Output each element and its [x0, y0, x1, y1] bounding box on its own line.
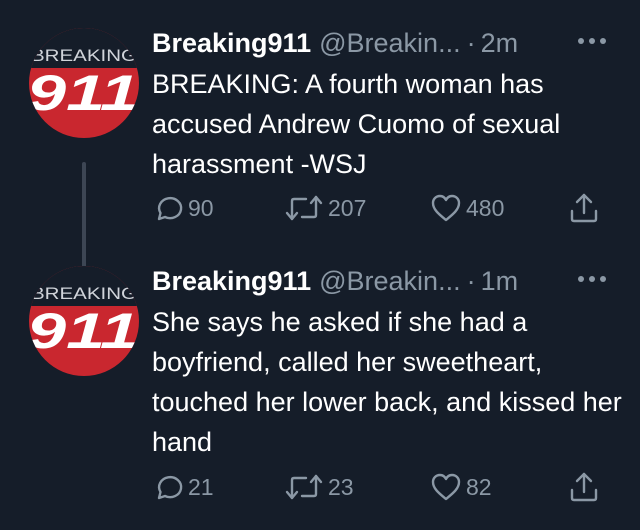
reply-button[interactable]: 90	[152, 188, 214, 228]
share-icon	[570, 193, 598, 223]
like-button[interactable]: 480	[430, 188, 504, 228]
more-icon[interactable]	[577, 34, 607, 48]
avatar[interactable]: BREAKING 911	[29, 28, 139, 138]
timestamp[interactable]: 1m	[481, 266, 519, 297]
heart-icon	[431, 473, 461, 501]
user-handle[interactable]: @Breakin...	[319, 266, 460, 297]
tweet-header: Breaking911 @Breakin... · 2m	[152, 26, 607, 60]
retweet-count: 207	[328, 194, 367, 221]
reply-icon	[157, 475, 183, 500]
retweet-button[interactable]: 207	[284, 188, 366, 228]
like-button[interactable]: 82	[430, 467, 492, 507]
separator-dot: ·	[466, 265, 476, 296]
more-icon[interactable]	[577, 272, 607, 286]
retweet-icon	[285, 195, 323, 221]
like-count: 480	[466, 194, 505, 221]
avatar-number-text: 911	[29, 303, 139, 359]
avatar-banner-text: BREAKING	[31, 46, 137, 65]
avatar[interactable]: BREAKING 911	[29, 266, 139, 376]
reply-count: 90	[188, 194, 214, 221]
breaking911-logo: BREAKING 911	[29, 284, 139, 359]
reply-icon	[157, 196, 183, 221]
display-name[interactable]: Breaking911	[152, 28, 311, 59]
tweet-text: She says he asked if she had a boyfriend…	[152, 307, 622, 457]
tweet-text: BREAKING: A fourth woman has accused And…	[152, 69, 561, 179]
breaking911-logo: BREAKING 911	[29, 46, 139, 121]
display-name[interactable]: Breaking911	[152, 266, 311, 297]
separator-dot: ·	[466, 27, 476, 58]
thread-connector-line	[82, 162, 86, 277]
heart-icon	[431, 194, 461, 222]
reply-button[interactable]: 21	[152, 467, 214, 507]
reply-count: 21	[188, 473, 214, 500]
retweet-icon	[285, 474, 323, 500]
avatar-number-text: 911	[29, 65, 139, 121]
retweet-count: 23	[328, 473, 354, 500]
avatar-banner-text: BREAKING	[31, 284, 137, 303]
user-handle[interactable]: @Breakin...	[319, 28, 460, 59]
tweet-actions: 21 23 82	[152, 467, 607, 507]
retweet-button[interactable]: 23	[284, 467, 354, 507]
share-icon	[570, 472, 598, 502]
tweet-header: Breaking911 @Breakin... · 1m	[152, 264, 607, 298]
timestamp[interactable]: 2m	[481, 28, 519, 59]
like-count: 82	[466, 473, 492, 500]
tweet-actions: 90 207 480	[152, 188, 607, 228]
share-button[interactable]	[568, 467, 600, 507]
share-button[interactable]	[568, 188, 600, 228]
